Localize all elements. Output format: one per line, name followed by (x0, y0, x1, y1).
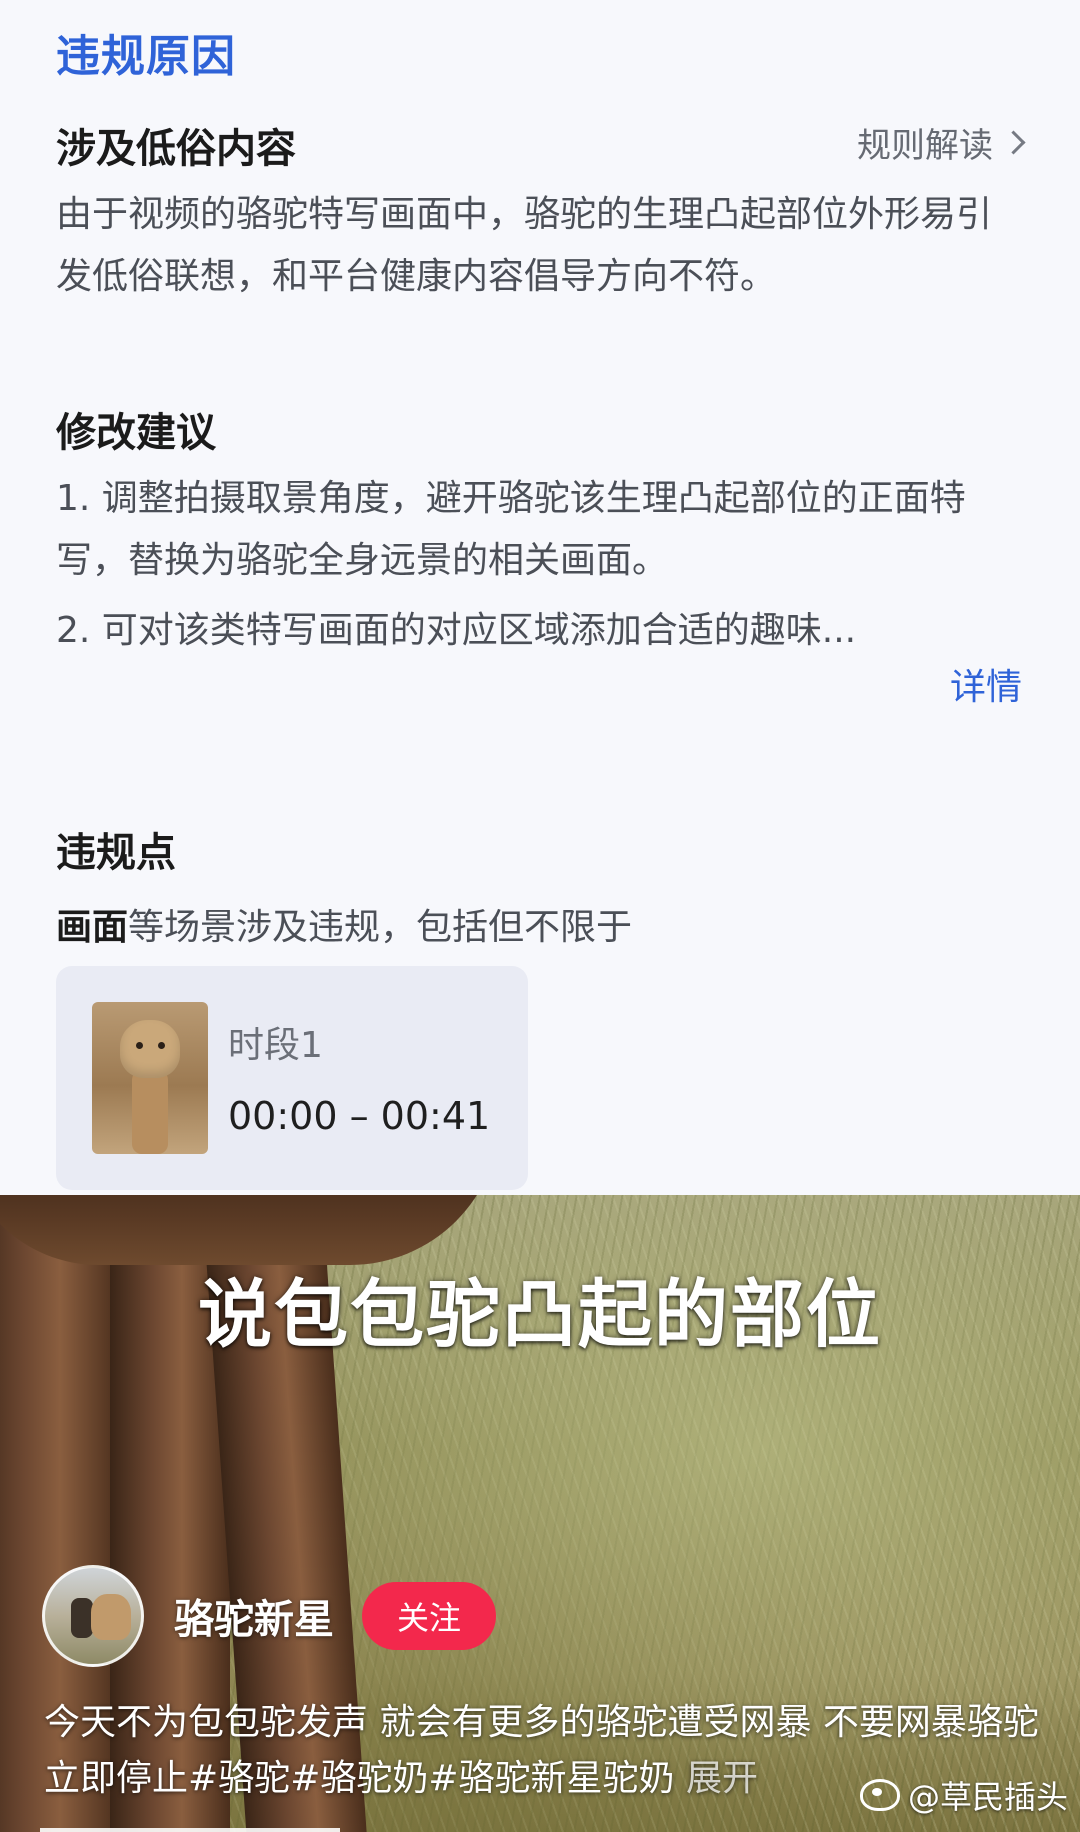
detail-link[interactable]: 详情 (950, 658, 1022, 710)
violation-points-rest: 等场景涉及违规，包括但不限于 (128, 907, 633, 948)
watermark: @草民插头 (859, 1772, 1068, 1818)
rules-link-label: 规则解读 (857, 126, 993, 166)
hashtag-camel-star-milk[interactable]: #骆驼新星驼奶 (428, 1758, 674, 1799)
app-screen: 违规原因 涉及低俗内容 规则解读 由于视频的骆驼特写画面中，骆驼的生理凸起部位外… (0, 0, 1080, 1832)
expand-link[interactable]: 展开 (686, 1758, 758, 1799)
suggestion-item-1: 1. 调整拍摄取景角度，避开骆驼该生理凸起部位的正面特写，替换为骆驼全身远景的相… (56, 478, 966, 581)
segment-name: 时段1 (228, 1025, 323, 1066)
avatar-camel (91, 1594, 131, 1640)
thumbnail-camel-neck (132, 1070, 168, 1154)
weibo-icon (859, 1779, 900, 1811)
author-name[interactable]: 骆驼新星 (174, 1587, 334, 1645)
reason-text: 由于视频的骆驼特写画面中，骆驼的生理凸起部位外形易引发低俗联想，和平台健康内容倡… (56, 194, 993, 297)
reason-title: 涉及低俗内容 (56, 126, 296, 172)
thumbnail-eye (136, 1042, 143, 1049)
thumbnail-camel-head (120, 1020, 180, 1078)
follow-button[interactable]: 关注 (362, 1582, 496, 1650)
review-panel: 违规原因 涉及低俗内容 规则解读 由于视频的骆驼特写画面中，骆驼的生理凸起部位外… (0, 0, 1080, 1195)
segment-card[interactable]: 时段1 00:00 – 00:41 (56, 966, 528, 1190)
segment-thumbnail (92, 1002, 208, 1154)
avatar-person (71, 1598, 93, 1638)
suggestions-title: 修改建议 (56, 410, 216, 456)
section-title: 违规原因 (56, 31, 236, 82)
violation-points-bold: 画面 (56, 907, 129, 948)
violation-points-title: 违规点 (56, 830, 176, 876)
video-player[interactable]: 说包包驼凸起的部位 骆驼新星 关注 今天不为包包驼发声 就会有更多的骆驼遭受网暴… (0, 1195, 1080, 1832)
avatar[interactable] (42, 1565, 144, 1667)
hashtag-camel-milk[interactable]: #骆驼奶 (290, 1758, 428, 1799)
hashtag-camel[interactable]: #骆驼 (188, 1758, 290, 1799)
watermark-text: @草民插头 (907, 1778, 1068, 1816)
segment-time-range: 00:00 – 00:41 (228, 1094, 491, 1138)
video-progress-bar[interactable] (40, 1828, 340, 1832)
violation-points-text: 画面等场景涉及违规，包括但不限于 (56, 898, 632, 950)
rules-link[interactable]: 规则解读 (857, 118, 1026, 167)
video-caption: 说包包驼凸起的部位 (198, 1272, 882, 1358)
author-row: 骆驼新星 关注 (42, 1565, 496, 1667)
suggestion-item-2: 2. 可对该类特写画面的对应区域添加合适的趣味... (56, 610, 857, 651)
chevron-right-icon (1001, 130, 1026, 155)
thumbnail-eye (158, 1042, 165, 1049)
